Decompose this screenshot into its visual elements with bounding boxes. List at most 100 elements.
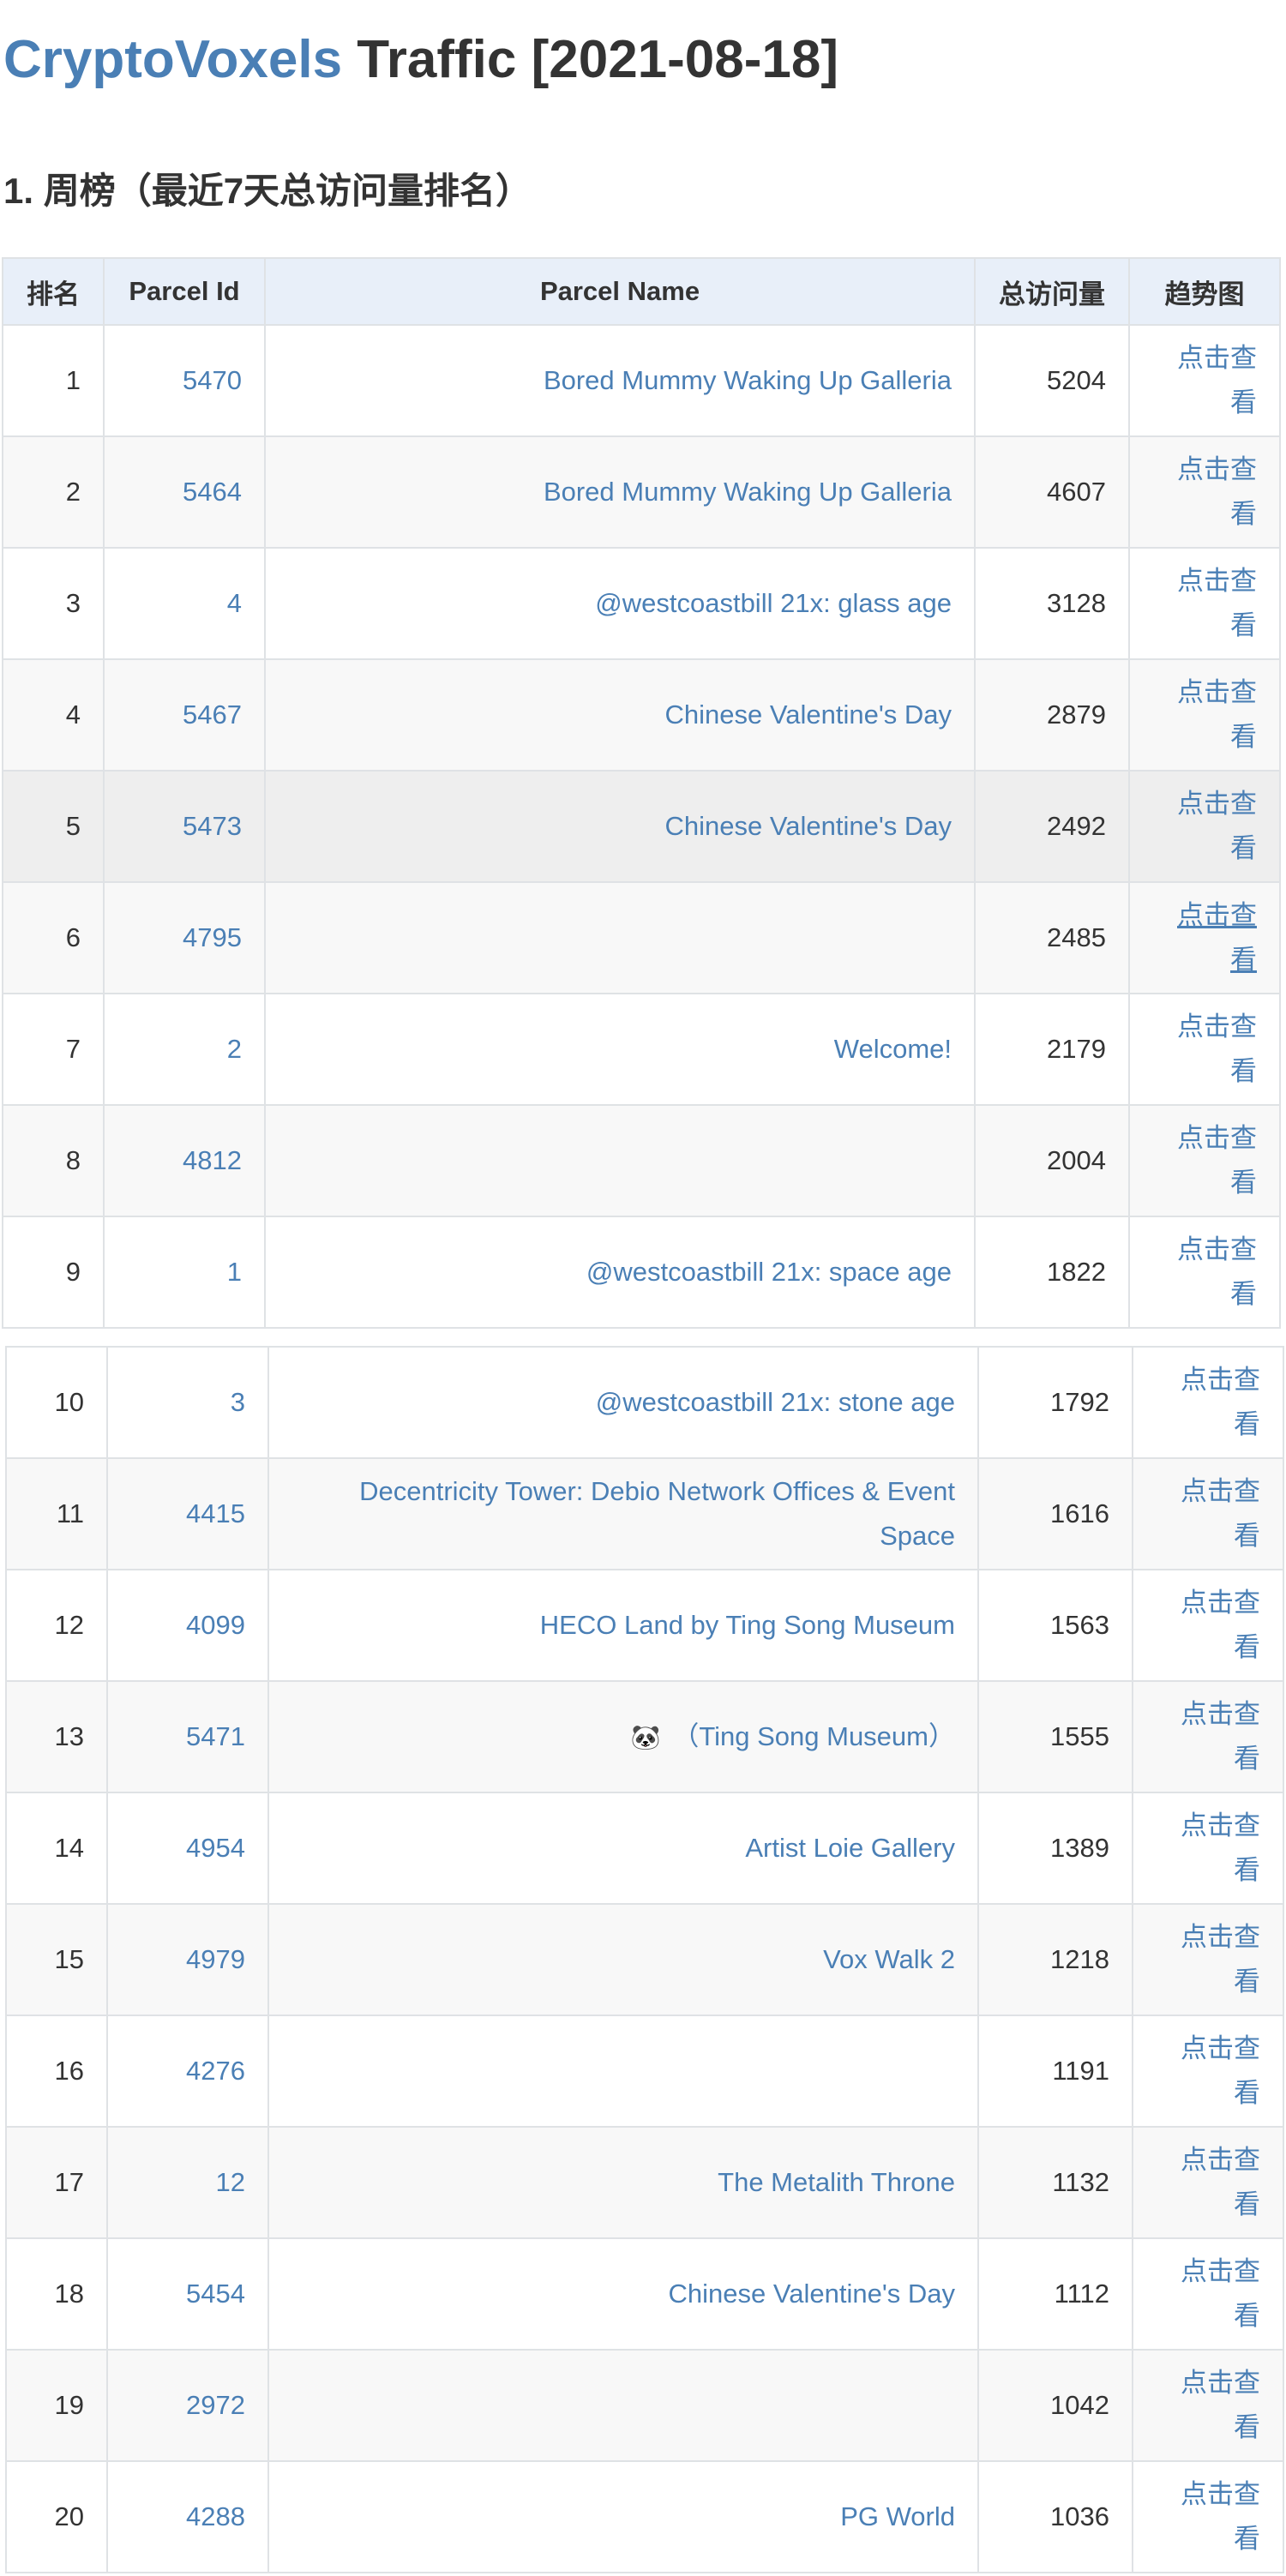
parcel-id-link[interactable]: 4954 (106, 1792, 269, 1905)
trend-link-label[interactable]: 看 (1151, 1737, 1260, 1781)
trend-link-label[interactable]: 看 (1151, 2071, 1260, 2116)
parcel-id-link[interactable]: 4415 (106, 1457, 269, 1570)
parcel-name-link[interactable]: Chinese Valentine's Day (665, 811, 952, 841)
parcel-id-link[interactable]: 2972 (106, 2349, 269, 2462)
trend-link-label[interactable]: 点击查 (1151, 2027, 1260, 2071)
parcel-name-link[interactable]: Bored Mummy Waking Up Galleria (544, 365, 952, 395)
parcel-name-link[interactable]: Chinese Valentine's Day (665, 700, 952, 730)
trend-link-label[interactable]: 看 (1147, 938, 1257, 982)
trend-chart-link[interactable]: 点击查看 (1132, 1346, 1284, 1459)
trend-chart-link[interactable]: 点击查看 (1132, 1792, 1284, 1905)
trend-link-label[interactable]: 点击查 (1151, 2138, 1260, 2183)
trend-chart-link[interactable]: 点击查看 (1132, 2460, 1284, 2573)
trend-link-label[interactable]: 点击查 (1151, 1581, 1260, 1625)
cell-rank: 3 (2, 547, 105, 660)
parcel-id-link[interactable]: 5464 (103, 435, 266, 549)
trend-link-label[interactable]: 点击查 (1147, 1228, 1257, 1272)
parcel-name-link[interactable]: @westcoastbill 21x: glass age (595, 588, 952, 618)
trend-chart-link[interactable]: 点击查看 (1128, 435, 1281, 549)
parcel-id-link[interactable]: 12 (106, 2126, 269, 2239)
trend-link-label[interactable]: 看 (1147, 1272, 1257, 1317)
parcel-id-link[interactable]: 5454 (106, 2237, 269, 2351)
parcel-id-link[interactable]: 5467 (103, 658, 266, 772)
cell-total-visits: 2879 (974, 658, 1130, 772)
trend-link-label[interactable]: 看 (1151, 2183, 1260, 2227)
parcel-id-link[interactable]: 4812 (103, 1104, 266, 1217)
trend-link-label[interactable]: 点击查 (1147, 782, 1257, 826)
parcel-name-link[interactable]: @westcoastbill 21x: space age (586, 1257, 952, 1287)
cell-rank: 5 (2, 770, 105, 883)
trend-link-label[interactable]: 点击查 (1147, 559, 1257, 603)
trend-link-label[interactable]: 点击查 (1151, 1804, 1260, 1848)
parcel-name-link[interactable]: Welcome! (834, 1034, 952, 1064)
parcel-name-link[interactable]: Decentricity Tower: Debio Network Office… (359, 1476, 955, 1551)
parcel-id-link[interactable]: 4288 (106, 2460, 269, 2573)
parcel-name-link[interactable]: HECO Land by Ting Song Museum (540, 1610, 955, 1640)
trend-link-label[interactable]: 看 (1151, 1514, 1260, 1558)
trend-chart-link[interactable]: 点击查看 (1132, 1903, 1284, 2016)
trend-chart-link[interactable]: 点击查看 (1128, 1104, 1281, 1217)
parcel-id-link[interactable]: 1 (103, 1216, 266, 1329)
parcel-id-link[interactable]: 5471 (106, 1680, 269, 1793)
trend-link-label[interactable]: 看 (1151, 1848, 1260, 1893)
trend-link-label[interactable]: 点击查 (1147, 447, 1257, 492)
trend-chart-link[interactable]: 点击查看 (1132, 1457, 1284, 1570)
parcel-id-link[interactable]: 4276 (106, 2015, 269, 2128)
trend-chart-link[interactable]: 点击查看 (1132, 2237, 1284, 2351)
parcel-id-link[interactable]: 5473 (103, 770, 266, 883)
trend-chart-link[interactable]: 点击查看 (1132, 1680, 1284, 1793)
trend-link-label[interactable]: 点击查 (1147, 893, 1257, 938)
trend-link-label[interactable]: 点击查 (1151, 1469, 1260, 1514)
parcel-name-link[interactable]: PG World (840, 2501, 955, 2531)
parcel-id-link[interactable]: 4979 (106, 1903, 269, 2016)
trend-link-label[interactable]: 看 (1151, 1402, 1260, 1447)
trend-link-label[interactable]: 点击查 (1147, 670, 1257, 715)
trend-chart-link[interactable]: 点击查看 (1128, 881, 1281, 994)
parcel-name-link[interactable]: Vox Walk 2 (823, 1944, 955, 1974)
parcel-id-link[interactable]: 3 (106, 1346, 269, 1459)
parcel-name-link[interactable]: @westcoastbill 21x: stone age (596, 1387, 955, 1417)
parcel-id-link[interactable]: 5470 (103, 324, 266, 437)
trend-link-label[interactable]: 点击查 (1147, 1005, 1257, 1049)
trend-link-label[interactable]: 点击查 (1147, 1116, 1257, 1161)
trend-link-label[interactable]: 看 (1147, 1049, 1257, 1094)
parcel-id-link[interactable]: 4 (103, 547, 266, 660)
parcel-name-link[interactable]: Bored Mummy Waking Up Galleria (544, 477, 952, 507)
trend-chart-link[interactable]: 点击查看 (1128, 770, 1281, 883)
trend-chart-link[interactable]: 点击查看 (1128, 658, 1281, 772)
trend-chart-link[interactable]: 点击查看 (1128, 993, 1281, 1106)
trend-chart-link[interactable]: 点击查看 (1128, 324, 1281, 437)
trend-link-label[interactable]: 看 (1147, 603, 1257, 648)
trend-link-label[interactable]: 看 (1151, 1625, 1260, 1670)
parcel-name-link[interactable]: （Ting Song Museum） (672, 1721, 955, 1751)
trend-chart-link[interactable]: 点击查看 (1132, 1569, 1284, 1682)
trend-link-label[interactable]: 看 (1151, 2405, 1260, 2450)
trend-link-label[interactable]: 看 (1151, 1960, 1260, 2004)
parcel-name-link[interactable]: Chinese Valentine's Day (669, 2279, 955, 2309)
brand-link[interactable]: CryptoVoxels (3, 30, 342, 89)
trend-link-label[interactable]: 看 (1151, 2517, 1260, 2561)
parcel-name-link[interactable]: The Metalith Throne (718, 2167, 955, 2197)
trend-link-label[interactable]: 点击查 (1151, 2361, 1260, 2405)
trend-link-label[interactable]: 点击查 (1151, 1692, 1260, 1737)
parcel-id-link[interactable]: 4795 (103, 881, 266, 994)
trend-chart-link[interactable]: 点击查看 (1128, 547, 1281, 660)
trend-link-label[interactable]: 看 (1147, 492, 1257, 537)
trend-link-label[interactable]: 点击查 (1151, 1358, 1260, 1402)
trend-link-label[interactable]: 点击查 (1151, 2472, 1260, 2517)
parcel-id-link[interactable]: 2 (103, 993, 266, 1106)
trend-link-label[interactable]: 看 (1147, 715, 1257, 760)
trend-link-label[interactable]: 看 (1151, 2294, 1260, 2339)
trend-link-label[interactable]: 点击查 (1147, 336, 1257, 381)
trend-link-label[interactable]: 看 (1147, 381, 1257, 425)
parcel-name-link[interactable]: Artist Loie Gallery (745, 1833, 955, 1863)
trend-link-label[interactable]: 点击查 (1151, 2249, 1260, 2294)
trend-chart-link[interactable]: 点击查看 (1132, 2349, 1284, 2462)
parcel-id-link[interactable]: 4099 (106, 1569, 269, 1682)
trend-chart-link[interactable]: 点击查看 (1132, 2126, 1284, 2239)
trend-chart-link[interactable]: 点击查看 (1128, 1216, 1281, 1329)
trend-chart-link[interactable]: 点击查看 (1132, 2015, 1284, 2128)
trend-link-label[interactable]: 看 (1147, 1161, 1257, 1205)
trend-link-label[interactable]: 看 (1147, 826, 1257, 871)
trend-link-label[interactable]: 点击查 (1151, 1915, 1260, 1960)
